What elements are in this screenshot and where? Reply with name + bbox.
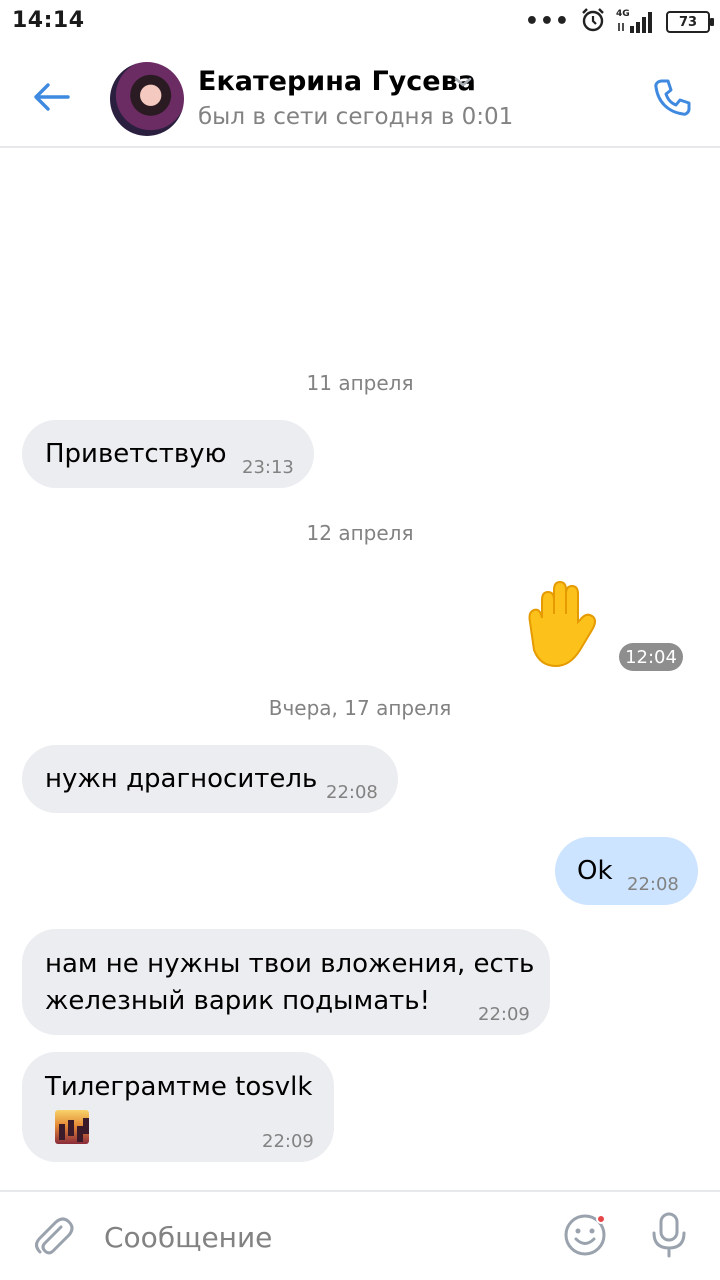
date-separator: 12 апреля <box>306 521 414 545</box>
date-separator: Вчера, 17 апреля <box>268 696 452 720</box>
message-text: Тилеграмтме tosvlk <box>45 1072 313 1102</box>
message-time: 22:08 <box>627 874 679 895</box>
message-time: 22:08 <box>326 782 378 803</box>
notification-dot <box>596 1214 606 1224</box>
alarm-icon <box>580 7 606 37</box>
more-dots-icon: ••• <box>524 9 570 34</box>
signal-icon: 4G <box>616 9 656 35</box>
message-composer <box>0 1190 720 1280</box>
battery-level: 73 <box>678 14 698 30</box>
chat-header: Екатерина Гусева был в сети сегодня в 0:… <box>0 44 720 148</box>
message-text-line: нам не нужны твои вложения, есть <box>45 949 535 979</box>
message-text: Ok <box>577 856 613 886</box>
voice-message-button[interactable] <box>644 1210 694 1260</box>
message-time: 22:09 <box>262 1131 314 1152</box>
phone-icon <box>654 79 691 116</box>
avatar[interactable] <box>110 62 184 136</box>
attach-button[interactable] <box>28 1212 78 1262</box>
back-button[interactable] <box>26 72 76 122</box>
message-bubble-incoming[interactable]: Тилеграмтме tosvlk 22:09 <box>22 1052 334 1162</box>
contact-name[interactable]: Екатерина Гусева <box>198 66 476 97</box>
message-bubble-incoming[interactable]: нужн драгноситель 22:08 <box>22 745 398 813</box>
contact-status: был в сети сегодня в 0:01 <box>198 104 514 130</box>
message-text-line: железный варик подымать! <box>45 986 431 1016</box>
call-button[interactable] <box>646 72 698 124</box>
arrow-left-icon <box>34 83 70 111</box>
status-time: 14:14 <box>12 8 85 33</box>
date-separator: 11 апреля <box>306 371 414 395</box>
status-bar: 14:14 ••• 4G 73 <box>0 0 720 44</box>
emoji-button[interactable] <box>560 1210 610 1260</box>
message-time: 22:09 <box>478 1004 530 1025</box>
message-bubble-incoming[interactable]: Приветствую 23:13 <box>22 420 314 488</box>
message-bubble-incoming[interactable]: нам не нужны твои вложения, есть железны… <box>22 929 550 1035</box>
status-icons: ••• 4G 73 <box>524 7 714 37</box>
city-sunset-emoji <box>55 1110 89 1144</box>
microphone-icon <box>652 1212 686 1258</box>
message-time: 12:04 <box>619 643 683 671</box>
raised-hand-emoji[interactable] <box>512 578 608 674</box>
message-time: 23:13 <box>242 457 294 478</box>
paperclip-icon <box>35 1217 74 1255</box>
battery-icon: 73 <box>666 11 714 33</box>
message-text: Приветствую <box>45 439 227 469</box>
chevron-down-icon[interactable] <box>452 74 474 90</box>
message-text: нужн драгноситель <box>45 764 318 794</box>
message-input[interactable] <box>104 1212 534 1262</box>
message-bubble-outgoing[interactable]: Ok 22:08 <box>555 837 698 905</box>
